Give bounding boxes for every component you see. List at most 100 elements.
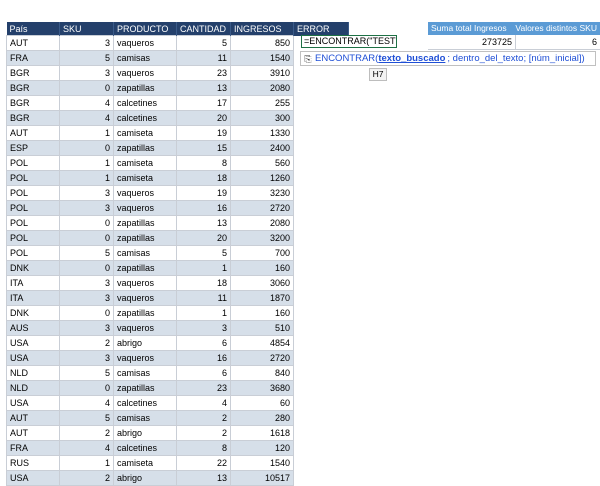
tooltip-function-name[interactable]: ENCONTRAR bbox=[315, 53, 375, 64]
cell-pais[interactable]: DNK bbox=[6, 305, 60, 321]
cell-cantidad[interactable]: 11 bbox=[176, 50, 231, 66]
summary-value-distinct[interactable]: 6 bbox=[516, 35, 600, 49]
cell-sku[interactable]: 0 bbox=[59, 230, 114, 246]
cell-sku[interactable]: 5 bbox=[59, 245, 114, 261]
cell-producto[interactable]: zapatillas bbox=[113, 305, 177, 321]
cell-cantidad[interactable]: 11 bbox=[176, 290, 231, 306]
cell-pais[interactable]: ESP bbox=[6, 140, 60, 156]
cell-error[interactable] bbox=[294, 231, 349, 246]
cell-ingresos[interactable]: 120 bbox=[230, 440, 294, 456]
header-ingresos[interactable]: INGRESOS bbox=[230, 22, 294, 36]
cell-sku[interactable]: 1 bbox=[59, 455, 114, 471]
cell-sku[interactable]: 2 bbox=[59, 470, 114, 486]
paste-options-icon[interactable]: ⎘ bbox=[303, 54, 313, 64]
cell-producto[interactable]: camisas bbox=[113, 245, 177, 261]
cell-sku[interactable]: 1 bbox=[59, 125, 114, 141]
cell-pais[interactable]: POL bbox=[6, 230, 60, 246]
cell-error[interactable] bbox=[294, 306, 349, 321]
cell-error[interactable] bbox=[294, 471, 349, 486]
cell-pais[interactable]: POL bbox=[6, 155, 60, 171]
cell-cantidad[interactable]: 6 bbox=[176, 335, 231, 351]
cell-cantidad[interactable]: 18 bbox=[176, 170, 231, 186]
cell-producto[interactable]: camiseta bbox=[113, 170, 177, 186]
cell-error[interactable] bbox=[294, 276, 349, 291]
cell-ingresos[interactable]: 3680 bbox=[230, 380, 294, 396]
cell-pais[interactable]: POL bbox=[6, 170, 60, 186]
cell-producto[interactable]: zapatillas bbox=[113, 80, 177, 96]
cell-error[interactable] bbox=[294, 441, 349, 456]
cell-cantidad[interactable]: 3 bbox=[176, 320, 231, 336]
cell-producto[interactable]: vaqueros bbox=[113, 320, 177, 336]
cell-pais[interactable]: NLD bbox=[6, 365, 60, 381]
cell-sku[interactable]: 3 bbox=[59, 185, 114, 201]
cell-producto[interactable]: calcetines bbox=[113, 440, 177, 456]
cell-cantidad[interactable]: 19 bbox=[176, 125, 231, 141]
cell-cantidad[interactable]: 1 bbox=[176, 260, 231, 276]
cell-error[interactable] bbox=[294, 201, 349, 216]
cell-cantidad[interactable]: 2 bbox=[176, 425, 231, 441]
cell-pais[interactable]: NLD bbox=[6, 380, 60, 396]
cell-cantidad[interactable]: 16 bbox=[176, 200, 231, 216]
cell-producto[interactable]: abrigo bbox=[113, 470, 177, 486]
cell-pais[interactable]: AUT bbox=[6, 410, 60, 426]
cell-pais[interactable]: USA bbox=[6, 395, 60, 411]
cell-cantidad[interactable]: 8 bbox=[176, 440, 231, 456]
cell-ingresos[interactable]: 2080 bbox=[230, 215, 294, 231]
cell-error[interactable] bbox=[294, 111, 349, 126]
cell-producto[interactable]: vaqueros bbox=[113, 35, 177, 51]
cell-producto[interactable]: calcetines bbox=[113, 95, 177, 111]
active-cell-editor[interactable]: =ENCONTRAR("TEST" bbox=[301, 35, 397, 48]
cell-error[interactable] bbox=[294, 321, 349, 336]
cell-producto[interactable]: vaqueros bbox=[113, 275, 177, 291]
cell-producto[interactable]: vaqueros bbox=[113, 185, 177, 201]
cell-cantidad[interactable]: 23 bbox=[176, 380, 231, 396]
cell-ingresos[interactable]: 3200 bbox=[230, 230, 294, 246]
cell-producto[interactable]: zapatillas bbox=[113, 215, 177, 231]
cell-cantidad[interactable]: 13 bbox=[176, 80, 231, 96]
cell-cantidad[interactable]: 6 bbox=[176, 365, 231, 381]
cell-pais[interactable]: AUT bbox=[6, 425, 60, 441]
cell-pais[interactable]: POL bbox=[6, 200, 60, 216]
cell-producto[interactable]: camiseta bbox=[113, 125, 177, 141]
cell-sku[interactable]: 1 bbox=[59, 170, 114, 186]
cell-producto[interactable]: camiseta bbox=[113, 155, 177, 171]
cell-pais[interactable]: ITA bbox=[6, 290, 60, 306]
cell-producto[interactable]: vaqueros bbox=[113, 65, 177, 81]
cell-sku[interactable]: 4 bbox=[59, 440, 114, 456]
cell-ingresos[interactable]: 160 bbox=[230, 260, 294, 276]
cell-producto[interactable]: abrigo bbox=[113, 425, 177, 441]
cell-ingresos[interactable]: 1540 bbox=[230, 455, 294, 471]
header-cantidad[interactable]: CANTIDAD bbox=[176, 22, 231, 36]
cell-pais[interactable]: RUS bbox=[6, 455, 60, 471]
cell-error[interactable] bbox=[294, 456, 349, 471]
tooltip-argument-current[interactable]: texto_buscado bbox=[378, 53, 445, 64]
cell-producto[interactable]: vaqueros bbox=[113, 350, 177, 366]
cell-error[interactable] bbox=[294, 396, 349, 411]
cell-cantidad[interactable]: 15 bbox=[176, 140, 231, 156]
cell-pais[interactable]: FRA bbox=[6, 440, 60, 456]
cell-ingresos[interactable]: 1330 bbox=[230, 125, 294, 141]
cell-ingresos[interactable]: 2400 bbox=[230, 140, 294, 156]
cell-sku[interactable]: 3 bbox=[59, 200, 114, 216]
cell-error[interactable] bbox=[294, 126, 349, 141]
cell-sku[interactable]: 3 bbox=[59, 35, 114, 51]
cell-ingresos[interactable]: 3910 bbox=[230, 65, 294, 81]
cell-producto[interactable]: zapatillas bbox=[113, 140, 177, 156]
cell-cantidad[interactable]: 13 bbox=[176, 215, 231, 231]
cell-pais[interactable]: POL bbox=[6, 185, 60, 201]
cell-sku[interactable]: 4 bbox=[59, 395, 114, 411]
cell-ingresos[interactable]: 255 bbox=[230, 95, 294, 111]
cell-sku[interactable]: 0 bbox=[59, 305, 114, 321]
cell-sku[interactable]: 2 bbox=[59, 425, 114, 441]
cell-ingresos[interactable]: 160 bbox=[230, 305, 294, 321]
cell-ingresos[interactable]: 2720 bbox=[230, 200, 294, 216]
cell-error[interactable] bbox=[294, 411, 349, 426]
cell-sku[interactable]: 4 bbox=[59, 95, 114, 111]
cell-cantidad[interactable]: 1 bbox=[176, 305, 231, 321]
cell-error[interactable] bbox=[294, 96, 349, 111]
cell-ingresos[interactable]: 2080 bbox=[230, 80, 294, 96]
cell-sku[interactable]: 3 bbox=[59, 290, 114, 306]
cell-cantidad[interactable]: 13 bbox=[176, 470, 231, 486]
cell-pais[interactable]: USA bbox=[6, 335, 60, 351]
cell-sku[interactable]: 0 bbox=[59, 140, 114, 156]
